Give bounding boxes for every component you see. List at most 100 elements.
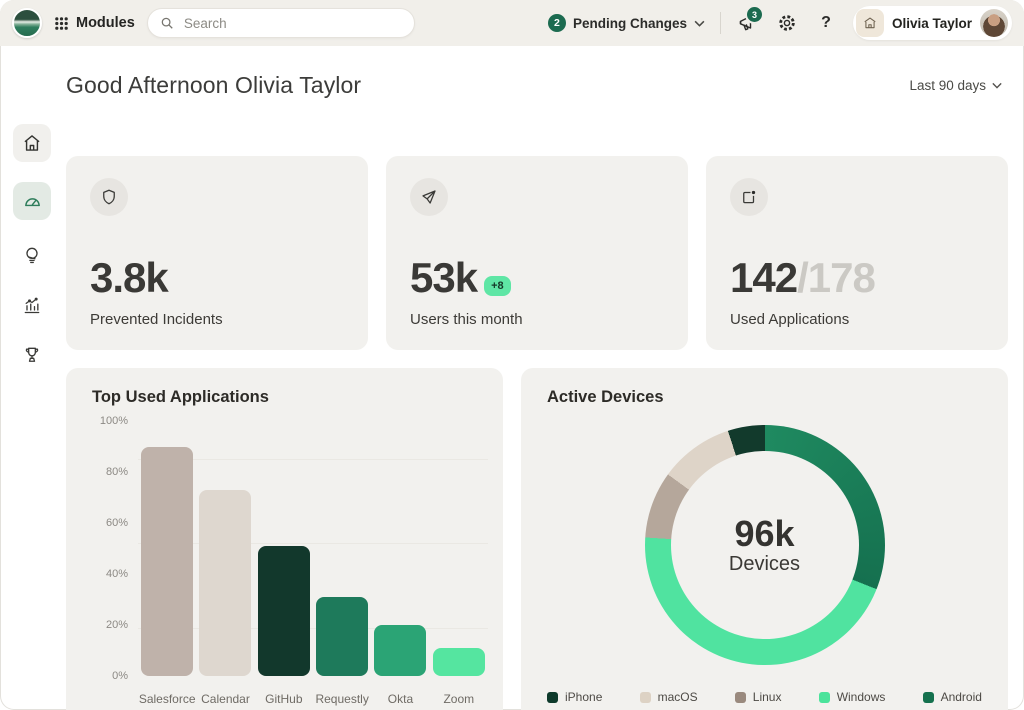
app-window-icon bbox=[740, 188, 758, 206]
x-axis-label: Calendar bbox=[196, 692, 254, 706]
legend-item-windows: Windows bbox=[819, 690, 886, 704]
legend-item-linux: Linux bbox=[735, 690, 782, 704]
stats-row: 3.8k Prevented Incidents 53k + bbox=[66, 156, 1008, 350]
settings-button[interactable] bbox=[775, 11, 799, 35]
legend-item-android: Android bbox=[923, 690, 982, 704]
x-axis-label: Zoom bbox=[430, 692, 488, 706]
x-axis-label: Okta bbox=[371, 692, 429, 706]
user-name: Olivia Taylor bbox=[892, 16, 972, 31]
trophy-icon bbox=[22, 345, 42, 365]
bar-plot bbox=[138, 421, 488, 676]
sidebar-item-home[interactable] bbox=[13, 124, 51, 162]
org-icon-tile bbox=[856, 9, 884, 37]
x-axis-label: GitHub bbox=[255, 692, 313, 706]
donut-chart: 96k Devices bbox=[645, 425, 885, 665]
stat-icon-circle bbox=[730, 178, 768, 216]
dashboard-page: Modules 2 Pending Changes bbox=[0, 0, 1024, 710]
sidebar-item-dashboard[interactable] bbox=[13, 182, 51, 220]
bar-slot bbox=[196, 421, 254, 676]
bar-chart-card: Top Used Applications 100%80%60%40%20%0%… bbox=[66, 368, 503, 710]
bar-slot bbox=[313, 421, 371, 676]
grid-icon bbox=[54, 16, 69, 31]
bar-slot bbox=[138, 421, 196, 676]
notifications-button[interactable]: 3 bbox=[736, 11, 760, 35]
chart-title: Active Devices bbox=[547, 388, 664, 407]
top-bar: Modules 2 Pending Changes bbox=[0, 0, 1024, 46]
home-small-icon bbox=[863, 16, 877, 30]
donut-center-value: 96k bbox=[734, 514, 794, 554]
stat-label: Users this month bbox=[410, 311, 664, 328]
legend-swatch bbox=[547, 692, 558, 703]
legend-swatch bbox=[819, 692, 830, 703]
legend-swatch bbox=[923, 692, 934, 703]
legend-label: Android bbox=[941, 690, 982, 704]
growth-badge: +8 bbox=[484, 276, 511, 296]
y-axis-label: 0% bbox=[112, 670, 128, 682]
y-axis-label: 40% bbox=[106, 568, 128, 580]
header-divider bbox=[720, 12, 721, 34]
stat-value: 53k bbox=[410, 257, 477, 299]
bar-github bbox=[258, 546, 310, 676]
sidebar-item-insights[interactable] bbox=[13, 240, 51, 270]
y-axis: 100%80%60%40%20%0% bbox=[92, 421, 128, 676]
stat-card-used-applications: 142 /178 Used Applications bbox=[706, 156, 1008, 350]
pending-changes-label: Pending Changes bbox=[573, 16, 687, 31]
home-icon bbox=[22, 133, 42, 153]
x-axis-label: Salesforce bbox=[138, 692, 196, 706]
y-axis-label: 20% bbox=[106, 619, 128, 631]
lightbulb-icon bbox=[22, 245, 42, 265]
notifications-count-badge: 3 bbox=[745, 5, 764, 24]
x-axis: SalesforceCalendarGitHubRequestlyOktaZoo… bbox=[138, 692, 488, 706]
bar-slot bbox=[430, 421, 488, 676]
date-range-selector[interactable]: Last 90 days bbox=[909, 78, 1006, 93]
bar-slot bbox=[371, 421, 429, 676]
stat-icon-circle bbox=[90, 178, 128, 216]
search-input[interactable] bbox=[182, 15, 402, 32]
sidebar bbox=[0, 92, 64, 370]
app-logo[interactable] bbox=[12, 8, 42, 38]
sidebar-item-reports[interactable] bbox=[13, 290, 51, 320]
legend-label: Linux bbox=[753, 690, 782, 704]
user-avatar bbox=[980, 9, 1008, 37]
bar-salesforce bbox=[141, 447, 193, 677]
trend-chart-icon bbox=[22, 295, 42, 315]
stat-value: 142 bbox=[730, 257, 797, 299]
page-title: Good Afternoon Olivia Taylor bbox=[66, 72, 361, 99]
sidebar-item-achievements[interactable] bbox=[13, 340, 51, 370]
stat-total: /178 bbox=[797, 257, 875, 299]
user-menu[interactable]: Olivia Taylor bbox=[853, 6, 1012, 40]
y-axis-label: 60% bbox=[106, 517, 128, 529]
chart-title: Top Used Applications bbox=[92, 388, 269, 407]
pending-changes-button[interactable]: 2 Pending Changes bbox=[548, 14, 705, 32]
charts-row: Top Used Applications 100%80%60%40%20%0%… bbox=[66, 368, 1008, 710]
bar-requestly bbox=[316, 597, 368, 676]
legend-swatch bbox=[640, 692, 651, 703]
donut-legend: iPhone macOS Linux Windows Android bbox=[547, 690, 982, 704]
legend-item-macos: macOS bbox=[640, 690, 698, 704]
gauge-icon bbox=[22, 191, 43, 212]
bar-chart: 100%80%60%40%20%0% bbox=[92, 421, 488, 676]
modules-button[interactable]: Modules bbox=[54, 15, 135, 31]
stat-label: Used Applications bbox=[730, 311, 984, 328]
pending-changes-count-badge: 2 bbox=[548, 14, 566, 32]
shield-icon bbox=[100, 188, 118, 206]
y-axis-label: 100% bbox=[100, 415, 128, 427]
bar-calendar bbox=[199, 490, 251, 676]
legend-label: Windows bbox=[837, 690, 886, 704]
bar-slot bbox=[255, 421, 313, 676]
donut-center: 96k Devices bbox=[671, 451, 859, 639]
search-icon bbox=[160, 16, 174, 30]
help-button[interactable]: ? bbox=[814, 11, 838, 35]
donut-center-label: Devices bbox=[729, 553, 800, 576]
stat-card-prevented-incidents: 3.8k Prevented Incidents bbox=[66, 156, 368, 350]
legend-label: iPhone bbox=[565, 690, 602, 704]
stat-value: 3.8k bbox=[90, 257, 168, 299]
stat-card-users-this-month: 53k +8 Users this month bbox=[386, 156, 688, 350]
search-box[interactable] bbox=[147, 8, 415, 38]
send-icon bbox=[420, 188, 438, 206]
date-range-label: Last 90 days bbox=[909, 78, 986, 93]
chevron-down-icon bbox=[694, 20, 705, 27]
legend-swatch bbox=[735, 692, 746, 703]
chevron-down-icon bbox=[992, 82, 1002, 89]
legend-item-iphone: iPhone bbox=[547, 690, 602, 704]
